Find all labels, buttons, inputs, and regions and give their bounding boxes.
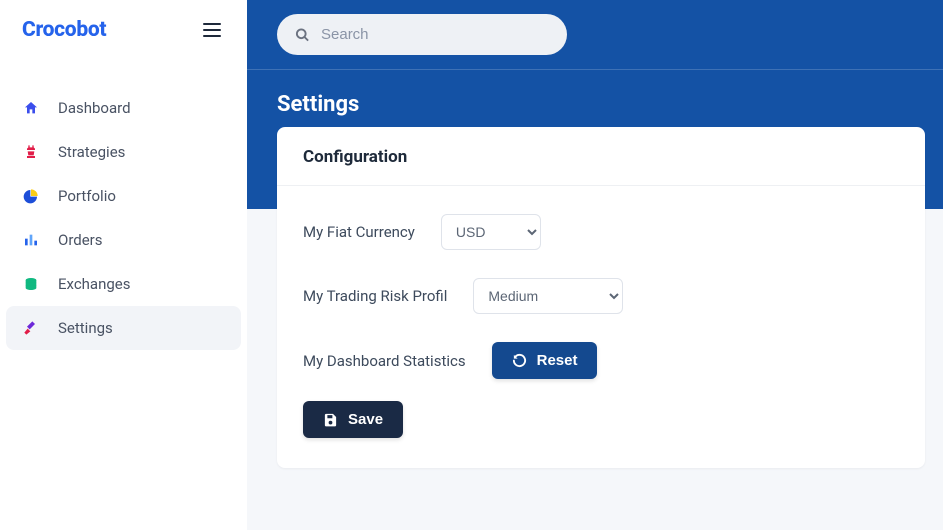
card-title: Configuration	[303, 147, 899, 167]
form-row-stats: My Dashboard Statistics Reset	[303, 342, 899, 379]
card-header: Configuration	[277, 127, 925, 186]
sidebar-item-dashboard[interactable]: Dashboard	[6, 86, 241, 130]
tools-icon	[22, 319, 40, 337]
content-area: Configuration My Fiat Currency USD My Tr…	[247, 209, 943, 530]
menu-toggle-button[interactable]	[199, 19, 225, 41]
reset-icon	[512, 353, 527, 368]
sidebar-item-exchanges[interactable]: Exchanges	[6, 262, 241, 306]
sidebar-item-label: Settings	[58, 319, 113, 337]
chess-icon	[22, 143, 40, 161]
form-row-fiat: My Fiat Currency USD	[303, 214, 899, 250]
save-icon	[323, 412, 338, 427]
sidebar-header: Crocobot	[0, 0, 247, 60]
search-icon	[295, 27, 310, 42]
sidebar-item-orders[interactable]: Orders	[6, 218, 241, 262]
risk-profile-select[interactable]: Medium	[473, 278, 623, 314]
coins-icon	[22, 275, 40, 293]
dashboard-stats-label: My Dashboard Statistics	[303, 352, 466, 370]
fiat-currency-select[interactable]: USD	[441, 214, 541, 250]
risk-profile-label: My Trading Risk Profil	[303, 287, 447, 305]
fiat-currency-label: My Fiat Currency	[303, 223, 415, 241]
sidebar-item-settings[interactable]: Settings	[6, 306, 241, 350]
page-title: Settings	[247, 70, 943, 127]
form-row-risk: My Trading Risk Profil Medium	[303, 278, 899, 314]
sidebar-item-strategies[interactable]: Strategies	[6, 130, 241, 174]
sidebar-item-label: Orders	[58, 231, 103, 249]
sidebar: Crocobot Dashboard Strategies Portfolio	[0, 0, 247, 530]
save-button-label: Save	[348, 411, 383, 428]
sidebar-item-label: Portfolio	[58, 187, 116, 205]
reset-button[interactable]: Reset	[492, 342, 598, 379]
pie-chart-icon	[22, 187, 40, 205]
home-icon	[22, 99, 40, 117]
settings-card: Configuration My Fiat Currency USD My Tr…	[277, 127, 925, 468]
card-body: My Fiat Currency USD My Trading Risk Pro…	[277, 186, 925, 468]
topbar	[247, 0, 943, 70]
sidebar-item-label: Dashboard	[58, 99, 131, 117]
reset-button-label: Reset	[537, 352, 578, 369]
sidebar-item-label: Strategies	[58, 143, 125, 161]
brand-logo[interactable]: Crocobot	[22, 18, 106, 42]
bars-icon	[22, 231, 40, 249]
sidebar-item-label: Exchanges	[58, 275, 131, 293]
search-input[interactable]	[277, 14, 567, 55]
search-wrap	[277, 14, 567, 55]
save-button[interactable]: Save	[303, 401, 403, 438]
sidebar-item-portfolio[interactable]: Portfolio	[6, 174, 241, 218]
sidebar-nav: Dashboard Strategies Portfolio Orders Ex	[0, 86, 247, 350]
main-panel: Settings Configuration My Fiat Currency …	[247, 0, 943, 530]
